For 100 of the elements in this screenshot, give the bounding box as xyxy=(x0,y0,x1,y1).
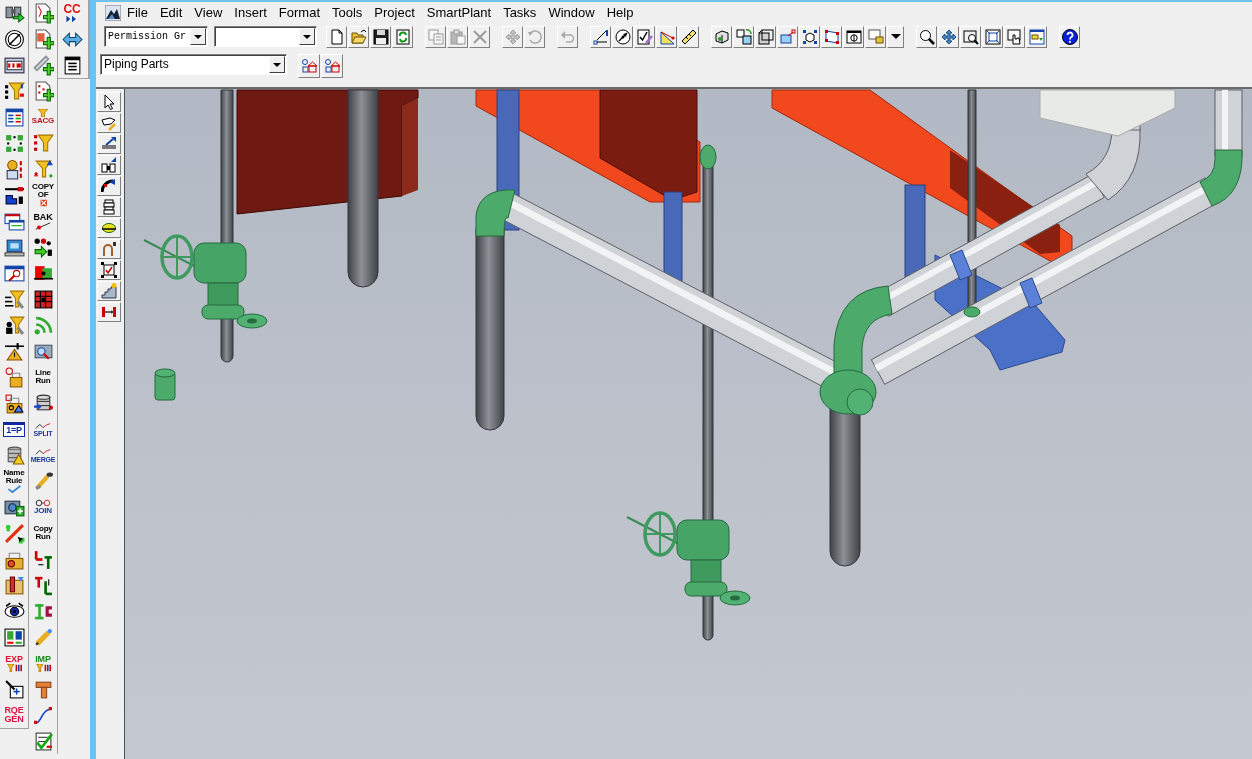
tool-button[interactable]: EXP xyxy=(0,650,28,676)
connector-icon[interactable] xyxy=(32,548,54,570)
tool-button[interactable]: RQE GEN xyxy=(0,702,28,728)
toolbar-button[interactable] xyxy=(799,25,820,48)
dropdown-field[interactable] xyxy=(214,26,317,47)
panel-icon[interactable] xyxy=(3,626,25,648)
pipe-plus-icon[interactable] xyxy=(32,54,54,76)
window-arrow-icon xyxy=(779,28,796,45)
toolbar-button[interactable] xyxy=(1004,25,1025,48)
menu-item[interactable]: Help xyxy=(600,3,640,22)
toolbar-button[interactable] xyxy=(590,25,611,48)
grid-icon[interactable] xyxy=(32,288,54,310)
tool-button[interactable]: CC xyxy=(58,0,86,26)
shape-pencil-icon xyxy=(101,115,117,131)
fit-icon xyxy=(984,28,1001,45)
filter-icon[interactable] xyxy=(32,158,54,180)
tool-button[interactable]: 1=P xyxy=(0,416,28,442)
rings-icon xyxy=(35,499,51,507)
check-icon xyxy=(6,485,22,493)
toolbar-button[interactable] xyxy=(843,25,864,48)
toolbar-button[interactable] xyxy=(678,25,699,48)
save-button[interactable] xyxy=(370,25,391,48)
filter-icon[interactable] xyxy=(3,80,25,102)
menu-item[interactable]: File xyxy=(121,3,154,22)
tool-button[interactable]: Name Rule xyxy=(0,468,28,494)
open-button[interactable] xyxy=(348,25,369,48)
pipe-fitting xyxy=(154,368,176,401)
filter-icon xyxy=(35,663,51,672)
caret-icon xyxy=(890,34,901,39)
tool-button[interactable] xyxy=(97,113,121,133)
brush-icon[interactable] xyxy=(32,470,54,492)
tool-button[interactable] xyxy=(97,239,121,259)
table-icon[interactable] xyxy=(3,106,25,128)
toolbar-button[interactable] xyxy=(711,25,732,48)
tool-button[interactable]: JOIN xyxy=(29,494,57,520)
toolbar-button[interactable] xyxy=(755,25,776,48)
tool-button[interactable] xyxy=(97,218,121,238)
tool-button[interactable]: COPY OF xyxy=(29,182,57,208)
menu-item[interactable]: Tools xyxy=(326,3,369,22)
toolbar-button[interactable] xyxy=(1026,25,1047,48)
help-button[interactable] xyxy=(1059,25,1080,48)
folder-icon[interactable] xyxy=(3,574,25,596)
tool-button[interactable] xyxy=(97,134,121,154)
stairs-icon xyxy=(101,283,117,299)
toolbar-button[interactable] xyxy=(733,25,754,48)
parts-filter-dropdown[interactable]: Piping Parts xyxy=(100,54,287,75)
tool-button[interactable] xyxy=(97,155,121,175)
menu-item[interactable]: SmartPlant xyxy=(420,3,498,22)
menu-item[interactable]: View xyxy=(188,3,229,22)
menu-item[interactable]: Format xyxy=(272,3,326,22)
ruler-icon xyxy=(680,28,697,45)
toolbar-button[interactable] xyxy=(634,25,655,48)
tool-button[interactable] xyxy=(97,197,121,217)
warning-icon[interactable] xyxy=(3,340,25,362)
route-arrow-icon xyxy=(101,136,117,152)
connector-icon[interactable] xyxy=(32,574,54,596)
rotate-icon xyxy=(526,28,543,45)
menu-item[interactable]: Insert xyxy=(228,3,273,22)
cursor-icon xyxy=(101,94,117,110)
filter-icon[interactable] xyxy=(3,288,25,310)
dropdown-button[interactable] xyxy=(887,25,904,48)
pipe-elbow xyxy=(475,189,516,237)
permission-group-dropdown[interactable]: Permission Gr xyxy=(104,26,208,47)
new-file-button[interactable] xyxy=(326,25,347,48)
coordinates-icon xyxy=(592,28,609,45)
pan-button[interactable] xyxy=(938,25,959,48)
tool-button[interactable]: BAK xyxy=(29,208,57,234)
select-tool-button[interactable] xyxy=(97,92,121,112)
zigzag-icon xyxy=(35,421,51,430)
dots-icon[interactable] xyxy=(3,132,25,154)
tool-button[interactable] xyxy=(97,176,121,196)
tool-button[interactable] xyxy=(97,302,121,322)
lock-icon[interactable] xyxy=(3,392,25,414)
tool-button[interactable]: Copy Run xyxy=(29,520,57,546)
menu-item[interactable]: Tasks xyxy=(497,3,543,22)
filter-icon[interactable] xyxy=(3,314,25,336)
menu-item[interactable]: Window xyxy=(542,3,601,22)
zoom-area-icon xyxy=(962,28,979,45)
zoom-button[interactable] xyxy=(916,25,937,48)
pipe-clamp xyxy=(1019,277,1043,309)
refresh-button[interactable] xyxy=(392,25,413,48)
cursor-box-icon[interactable] xyxy=(3,678,25,700)
pipe-icon[interactable] xyxy=(3,184,25,206)
pan-arrows-icon xyxy=(940,28,957,45)
pipe-elbow xyxy=(699,144,717,170)
tool-button[interactable] xyxy=(97,260,121,280)
tool-button[interactable]: SACG xyxy=(29,104,57,130)
tool-button[interactable]: Line Run xyxy=(29,364,57,390)
app-icon[interactable] xyxy=(105,4,121,21)
menu-item[interactable]: Edit xyxy=(153,3,189,22)
tool-button[interactable]: IMP xyxy=(29,650,57,676)
dots-arrow-icon[interactable] xyxy=(32,236,54,258)
fit-button[interactable] xyxy=(982,25,1003,48)
dial-icon[interactable] xyxy=(3,28,25,50)
curve-icon[interactable] xyxy=(32,704,54,726)
zoom-area-button[interactable] xyxy=(960,25,981,48)
diagonal-line-icon[interactable] xyxy=(3,522,25,544)
ellipse-icon xyxy=(101,220,117,236)
menu-item[interactable]: Project xyxy=(368,3,421,22)
toolbar-button[interactable] xyxy=(612,25,633,48)
